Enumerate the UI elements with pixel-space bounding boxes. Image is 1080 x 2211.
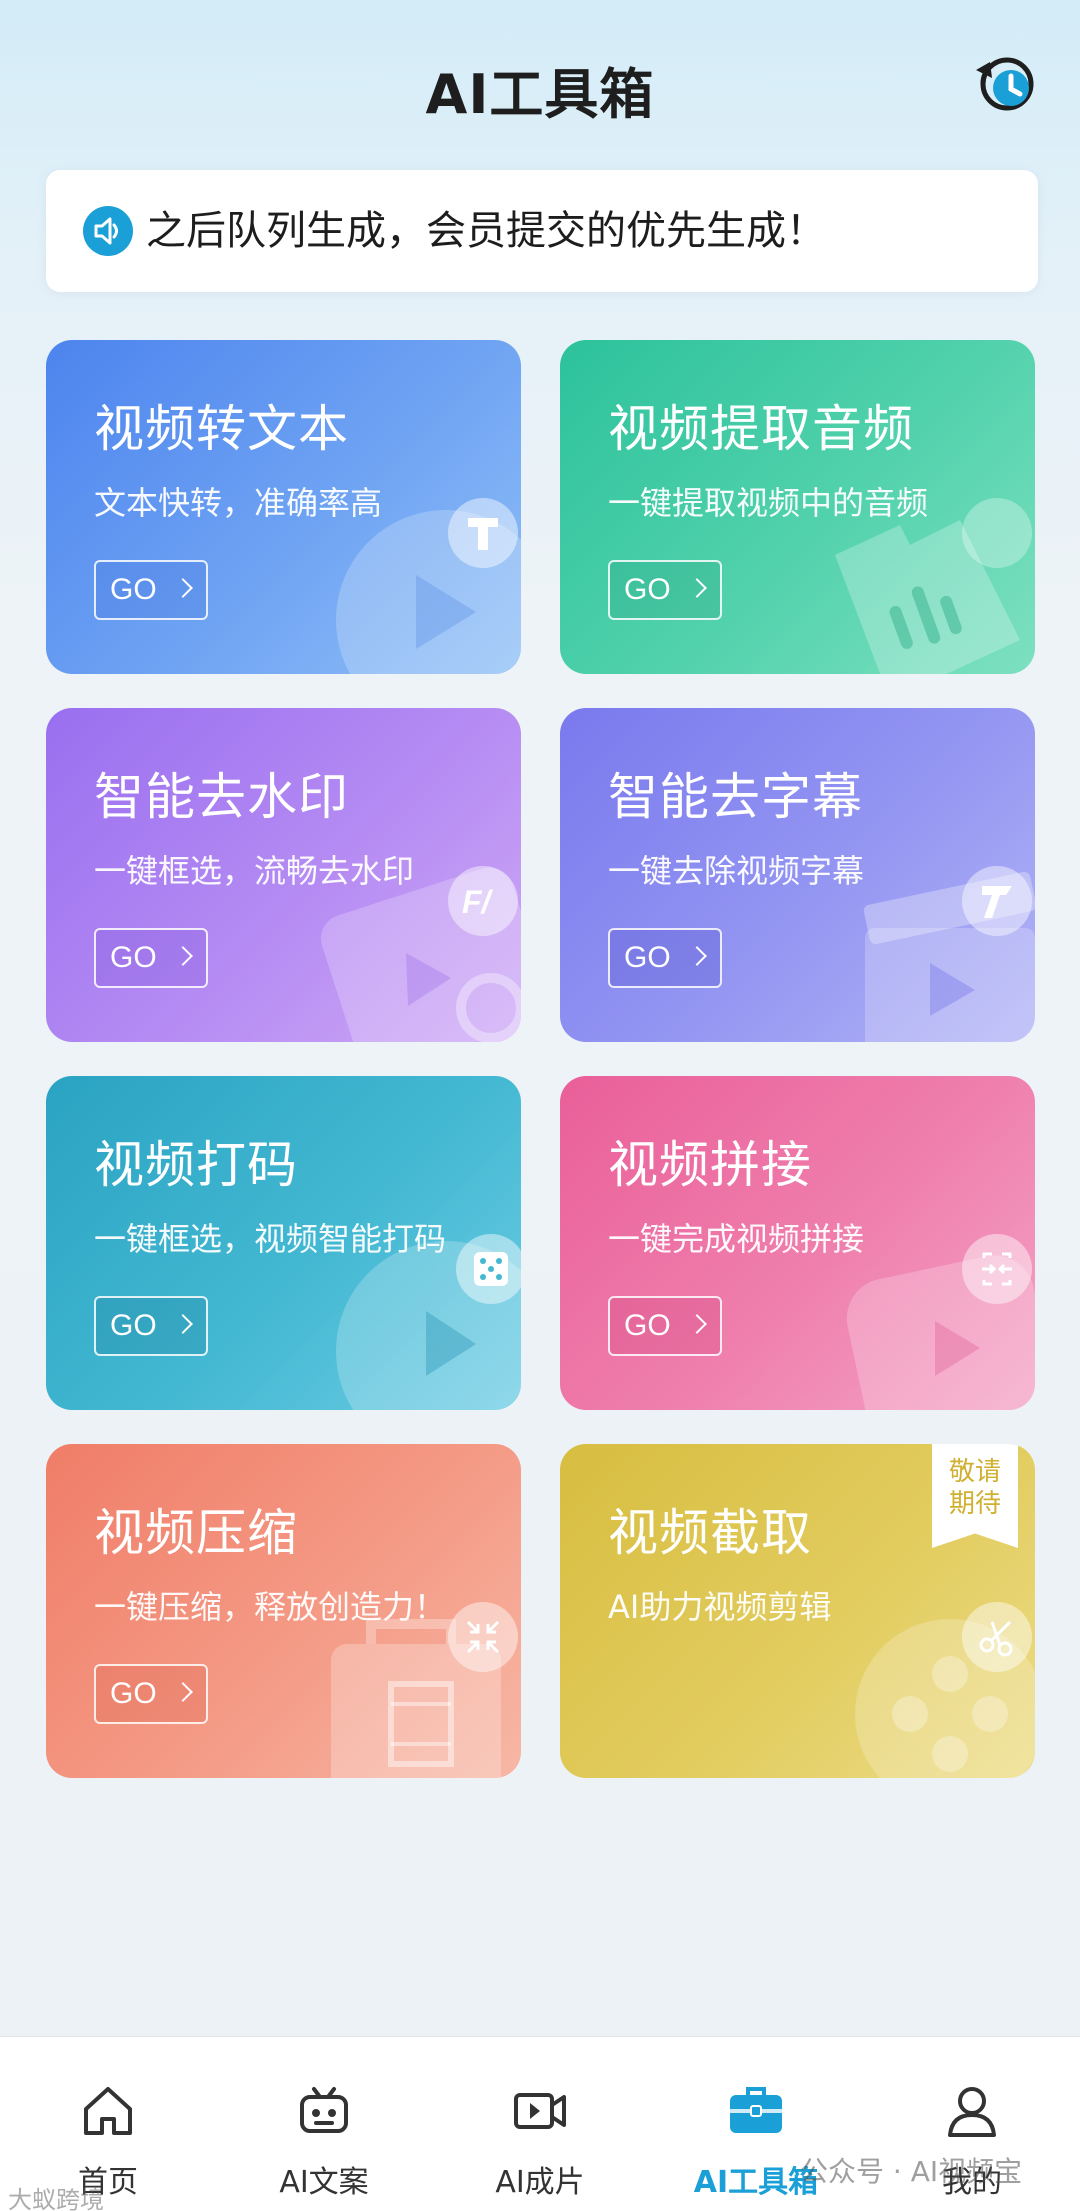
- chevron-right-icon: [173, 946, 193, 966]
- waveform-icon: [962, 498, 1032, 568]
- go-button[interactable]: GO: [94, 1664, 208, 1724]
- notice-text: 之后队列生成，会员提交的优先生成！: [146, 208, 826, 254]
- speaker-icon: [83, 206, 133, 256]
- app-page: AI工具箱 之后队列生成，会员提交的优先生成！ 视频转文本 文本快转，准确率高 …: [0, 0, 1080, 2211]
- card-video-mosaic[interactable]: 视频打码 一键框选，视频智能打码 GO: [46, 1076, 521, 1410]
- toolbox-icon: [730, 2087, 782, 2133]
- subtitle-t-icon: [962, 866, 1032, 936]
- header: AI工具箱: [0, 0, 1080, 170]
- card-video-trim[interactable]: 敬请 期待 视频截取 AI助力视频剪辑: [560, 1444, 1035, 1778]
- watermark-fm-icon: F/: [448, 866, 518, 936]
- chevron-right-icon: [173, 1682, 193, 1702]
- history-button[interactable]: [970, 48, 1040, 118]
- svg-text:F/: F/: [462, 884, 494, 920]
- text-t-icon: [448, 498, 518, 568]
- tab-ai-copywriting[interactable]: AI文案: [216, 2037, 432, 2211]
- chevron-right-icon: [173, 578, 193, 598]
- notice-bar[interactable]: 之后队列生成，会员提交的优先生成！: [46, 170, 1038, 292]
- card-remove-watermark[interactable]: F/ 智能去水印 一键框选，流畅去水印 GO: [46, 708, 521, 1042]
- ribbon-line-2: 期待: [948, 1489, 1001, 1519]
- watermark-right: 公众号 · AI视频宝: [800, 2155, 1023, 2188]
- card-title: 视频提取音频: [608, 400, 914, 458]
- go-button[interactable]: GO: [608, 560, 722, 620]
- compress-icon: [448, 1602, 518, 1672]
- card-title: 视频打码: [94, 1136, 298, 1194]
- card-subtitle: 一键去除视频字幕: [608, 852, 865, 890]
- go-label: GO: [624, 1309, 671, 1342]
- card-subtitle: 一键压缩，释放创造力！: [94, 1588, 447, 1626]
- go-button[interactable]: GO: [94, 928, 208, 988]
- card-title: 视频截取: [608, 1504, 812, 1562]
- tab-label: AI文案: [279, 2165, 369, 2200]
- chevron-right-icon: [173, 1314, 193, 1334]
- card-subtitle: 一键框选，流畅去水印: [94, 852, 415, 890]
- card-video-merge[interactable]: 视频拼接 一键完成视频拼接 GO: [560, 1076, 1035, 1410]
- go-button[interactable]: GO: [94, 1296, 208, 1356]
- card-remove-subtitles[interactable]: 智能去字幕 一键去除视频字幕 GO: [560, 708, 1035, 1042]
- go-button[interactable]: GO: [608, 1296, 722, 1356]
- go-button[interactable]: GO: [608, 928, 722, 988]
- tab-ai-video[interactable]: AI成片: [432, 2037, 648, 2211]
- chevron-right-icon: [687, 578, 707, 598]
- watermark-left: 大蚁跨境: [8, 2186, 104, 2211]
- card-subtitle: 文本快转，准确率高: [94, 484, 383, 522]
- chevron-right-icon: [687, 1314, 707, 1334]
- card-subtitle: 一键提取视频中的音频: [608, 484, 929, 522]
- card-subtitle: 一键完成视频拼接: [608, 1220, 865, 1258]
- go-label: GO: [110, 573, 157, 606]
- card-title: 视频压缩: [94, 1504, 298, 1562]
- card-title: 视频拼接: [608, 1136, 812, 1194]
- mosaic-dice-icon: [456, 1234, 521, 1304]
- card-title: 智能去水印: [94, 768, 349, 826]
- user-icon: [948, 2087, 996, 2137]
- go-label: GO: [110, 941, 157, 974]
- merge-icon: [962, 1234, 1032, 1304]
- card-extract-audio[interactable]: 视频提取音频 一键提取视频中的音频 GO: [560, 340, 1035, 674]
- card-title: 视频转文本: [94, 400, 349, 458]
- go-label: GO: [624, 941, 671, 974]
- tab-label: AI成片: [495, 2165, 585, 2200]
- go-button[interactable]: GO: [94, 560, 208, 620]
- ribbon-line-1: 敬请: [948, 1457, 1001, 1487]
- card-title: 智能去字幕: [608, 768, 863, 826]
- scissors-icon: [962, 1602, 1032, 1672]
- go-label: GO: [110, 1309, 157, 1342]
- coming-soon-ribbon: 敬请 期待: [932, 1444, 1018, 1548]
- robot-icon: [300, 2087, 348, 2133]
- home-icon: [84, 2087, 132, 2135]
- go-label: GO: [624, 573, 671, 606]
- go-label: GO: [110, 1677, 157, 1710]
- video-camera-icon: [514, 2093, 566, 2129]
- card-video-to-text[interactable]: 视频转文本 文本快转，准确率高 GO: [46, 340, 521, 674]
- card-subtitle: AI助力视频剪辑: [608, 1588, 832, 1626]
- chevron-right-icon: [687, 946, 707, 966]
- page-title: AI工具箱: [425, 63, 655, 126]
- card-video-compress[interactable]: 视频压缩 一键压缩，释放创造力！ GO: [46, 1444, 521, 1778]
- card-subtitle: 一键框选，视频智能打码: [94, 1220, 447, 1258]
- history-icon: [976, 57, 1034, 111]
